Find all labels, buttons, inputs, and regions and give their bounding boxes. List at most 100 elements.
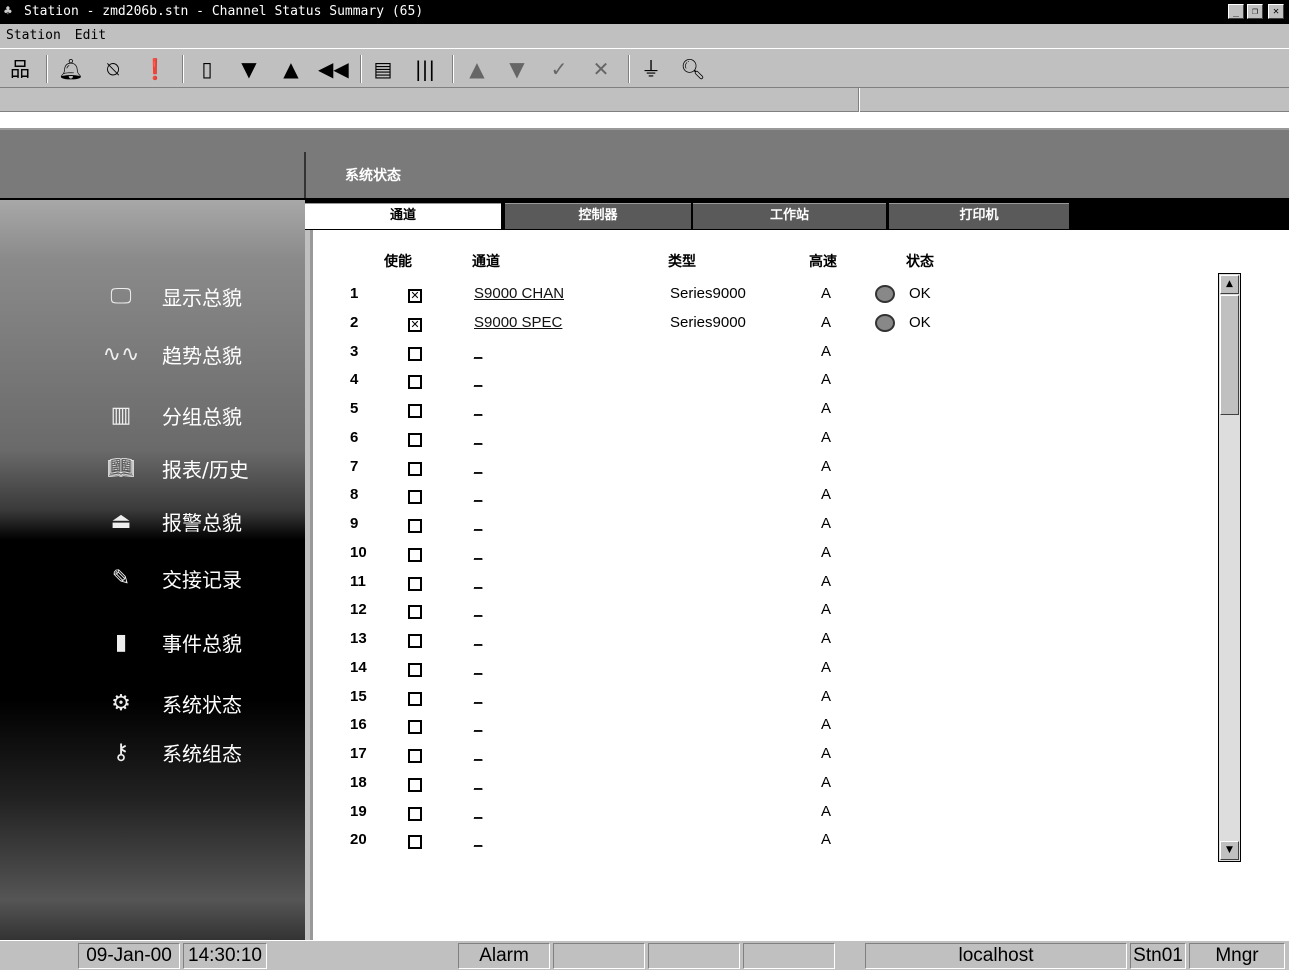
tab-controllers[interactable]: 控制器 <box>505 203 691 229</box>
sidebar-item-alarm-overview[interactable]: ⏏ 报警总貌 <box>96 501 242 541</box>
enable-checkbox[interactable] <box>408 662 422 677</box>
alert-page-icon[interactable]: ❗ <box>140 55 170 83</box>
enable-checkbox[interactable] <box>408 576 422 591</box>
enable-checkbox[interactable] <box>408 634 422 648</box>
sidebar-item-display-overview[interactable]: 🖵︎ 显示总貌 <box>96 276 242 316</box>
channel-link[interactable]: _ <box>474 486 482 503</box>
channel-link[interactable]: _ <box>474 343 482 360</box>
channel-link[interactable]: _ <box>474 601 482 618</box>
group-icon[interactable]: ||| <box>410 55 440 83</box>
bell-silence-icon[interactable]: ⍉ <box>98 55 128 83</box>
page-up-icon[interactable]: ▲ <box>276 55 306 83</box>
sidebar-item-group-overview[interactable]: ▥ 分组总貌 <box>96 395 242 435</box>
channel-link[interactable]: _ <box>474 458 482 475</box>
enable-checkbox[interactable] <box>408 519 422 533</box>
highspeed-value: A <box>821 371 832 389</box>
enable-checkbox[interactable] <box>408 432 422 447</box>
trend-icon[interactable]: ▤ <box>368 55 398 83</box>
bell-icon[interactable]: 🔔︎ <box>56 55 86 83</box>
enable-checkbox[interactable] <box>408 691 422 706</box>
sidebar-label: 交接记录 <box>162 567 242 592</box>
sidebar-item-report-history[interactable]: 📖︎ 报表/历史 <box>96 448 249 488</box>
table-row: 2 ✕ S9000 SPEC Series9000 A OK <box>310 313 1010 342</box>
status-bar: 09-Jan-00 14:30:10 Alarm localhost Stn01… <box>0 940 1289 970</box>
enable-checkbox[interactable] <box>408 346 422 361</box>
page-down-icon[interactable]: ▼ <box>234 55 264 83</box>
channel-link[interactable]: S9000 CHAN <box>474 285 564 302</box>
channel-link[interactable]: _ <box>474 774 482 791</box>
arrow-down-icon[interactable]: ▼ <box>502 55 532 83</box>
highspeed-value: A <box>821 342 832 360</box>
vertical-scrollbar[interactable]: ▲ ▼ <box>1218 273 1241 862</box>
table-row: 1 ✕ S9000 CHAN Series9000 A OK <box>310 285 1010 313</box>
channel-link[interactable]: _ <box>474 400 482 417</box>
status-user: Mngr <box>1189 943 1285 969</box>
status-date: 09-Jan-00 <box>78 943 180 969</box>
table-row: 20 _ A <box>310 831 1010 859</box>
maximize-button[interactable]: ❐ <box>1247 4 1263 19</box>
scroll-down-button[interactable]: ▼ <box>1220 841 1239 860</box>
enable-checkbox[interactable] <box>408 404 422 418</box>
tab-printers[interactable]: 打印机 <box>889 203 1069 229</box>
enable-checkbox[interactable]: ✕ <box>408 317 422 332</box>
enable-checkbox[interactable] <box>408 547 422 562</box>
blank-page-icon[interactable]: ▯ <box>192 55 222 83</box>
channel-link[interactable]: _ <box>474 429 482 446</box>
sidebar-item-event-overview[interactable]: ▮ 事件总貌 <box>96 622 242 662</box>
channel-link[interactable]: _ <box>474 745 482 762</box>
close-button[interactable]: ✕ <box>1268 4 1284 19</box>
channel-link[interactable]: _ <box>474 544 482 561</box>
sidebar-label: 分组总貌 <box>162 404 242 429</box>
alarm-light-icon: ⏏ <box>110 508 132 534</box>
check-icon[interactable]: ✓ <box>544 55 574 83</box>
channel-link[interactable]: _ <box>474 515 482 532</box>
scroll-up-button[interactable]: ▲ <box>1220 275 1239 294</box>
highspeed-value: A <box>821 773 832 791</box>
status-alarm[interactable]: Alarm <box>458 943 550 969</box>
sidebar-item-shift-log[interactable]: ✎ 交接记录 <box>96 558 242 598</box>
channel-link[interactable]: _ <box>474 803 482 820</box>
title-bar: ♣ Station - zmd206b.stn - Channel Status… <box>0 0 1289 24</box>
notepad-icon: ✎ <box>111 565 131 591</box>
scroll-thumb[interactable] <box>1220 295 1239 415</box>
enable-checkbox[interactable] <box>408 605 422 620</box>
minimize-button[interactable]: _ <box>1228 4 1244 19</box>
menu-edit[interactable]: Edit <box>75 28 106 43</box>
x-icon[interactable]: ✕ <box>586 55 616 83</box>
sidebar-item-system-status[interactable]: ⚙ 系统状态 <box>96 683 242 723</box>
channel-link[interactable]: _ <box>474 630 482 647</box>
network-icon[interactable]: 品 <box>5 55 35 83</box>
enable-checkbox[interactable] <box>408 490 422 505</box>
page-back-icon[interactable]: ◀◀ <box>318 55 349 83</box>
arrow-up-icon[interactable]: ▲ <box>462 55 492 83</box>
highspeed-value: A <box>821 400 832 417</box>
enable-checkbox[interactable]: ✕ <box>408 289 422 303</box>
search-icon[interactable]: 🔍︎ <box>678 55 708 83</box>
highspeed-value: A <box>821 831 832 849</box>
enable-checkbox[interactable] <box>408 375 422 390</box>
enable-checkbox[interactable] <box>408 777 422 792</box>
strip <box>0 112 1289 128</box>
channel-link[interactable]: _ <box>474 688 482 705</box>
menu-station[interactable]: Station <box>6 28 61 43</box>
row-number: 4 <box>350 371 359 389</box>
col-channel: 通道 <box>472 254 500 270</box>
plug-icon[interactable]: ⏚ <box>636 55 666 83</box>
channel-link[interactable]: _ <box>474 659 482 676</box>
channel-link[interactable]: S9000 SPEC <box>474 314 562 331</box>
sidebar-item-trend-overview[interactable]: ∿∿ 趋势总貌 <box>96 334 242 374</box>
tab-stations[interactable]: 工作站 <box>693 203 886 229</box>
channel-link[interactable]: _ <box>474 716 482 733</box>
enable-checkbox[interactable] <box>408 749 422 763</box>
sidebar-label: 显示总貌 <box>162 285 242 310</box>
enable-checkbox[interactable] <box>408 461 422 476</box>
tab-channels[interactable]: 通道 <box>305 203 501 229</box>
channel-link[interactable]: _ <box>474 831 482 848</box>
enable-checkbox[interactable] <box>408 720 422 735</box>
enable-checkbox[interactable] <box>408 806 422 821</box>
window-title: Station - zmd206b.stn - Channel Status S… <box>24 4 424 19</box>
enable-checkbox[interactable] <box>408 835 422 850</box>
channel-link[interactable]: _ <box>474 573 482 590</box>
channel-link[interactable]: _ <box>474 371 482 388</box>
sidebar-item-system-config[interactable]: ⚷ 系统组态 <box>96 732 242 772</box>
